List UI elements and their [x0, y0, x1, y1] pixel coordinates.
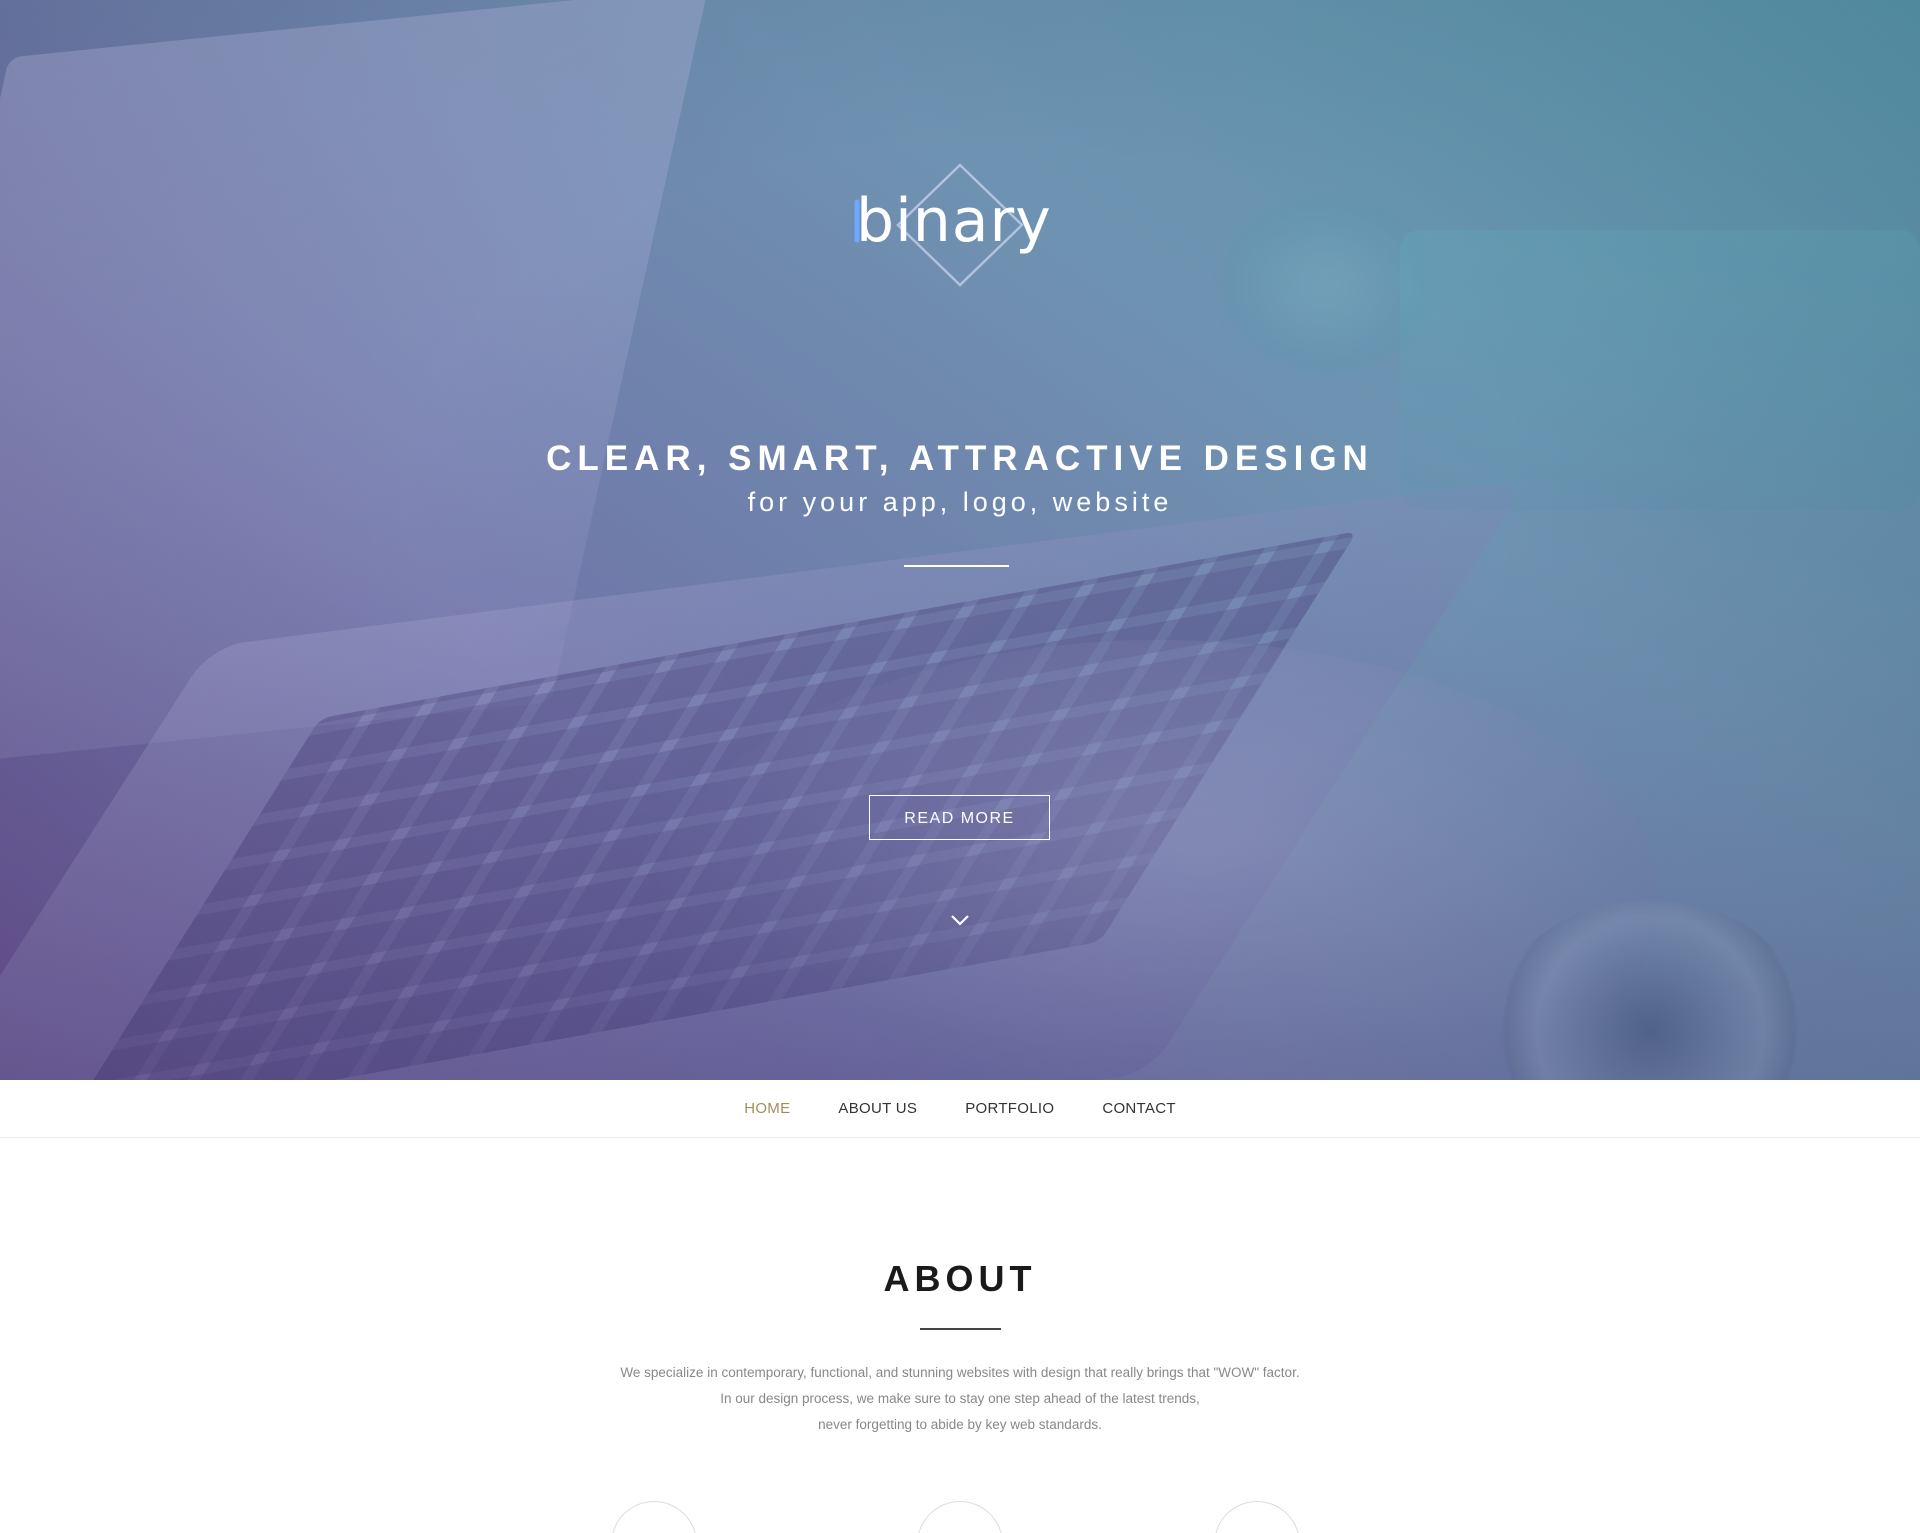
logo-text: binary [856, 186, 1052, 256]
nav-item-home[interactable]: HOME [720, 1080, 814, 1138]
nav-item-about-us[interactable]: ABOUT US [814, 1080, 941, 1138]
main-nav: HOME ABOUT US PORTFOLIO CONTACT [0, 1080, 1920, 1138]
about-description: We specialize in contemporary, functiona… [0, 1360, 1920, 1438]
chevron-down-icon[interactable] [948, 910, 972, 930]
hero-subheadline: for your app, logo, website [747, 487, 1173, 517]
brand-logo[interactable]: binary [850, 160, 1070, 290]
about-line: never forgetting to abide by key web sta… [818, 1417, 1102, 1432]
about-line: We specialize in contemporary, functiona… [620, 1365, 1300, 1380]
hero-divider [904, 565, 1009, 567]
feature-circle-icon [917, 1501, 1003, 1533]
feature-circle-icon [1214, 1501, 1300, 1533]
page: binary CLEAR, SMART, ATTRACTIVE DESIGN f… [0, 0, 1920, 1533]
about-line: In our design process, we make sure to s… [720, 1391, 1200, 1406]
hero-section: binary CLEAR, SMART, ATTRACTIVE DESIGN f… [0, 0, 1920, 1080]
about-divider [920, 1328, 1001, 1330]
hero-headline: CLEAR, SMART, ATTRACTIVE DESIGN [546, 439, 1374, 478]
about-title: ABOUT [883, 1258, 1037, 1299]
nav-items: HOME ABOUT US PORTFOLIO CONTACT [0, 1080, 1920, 1138]
nav-item-portfolio[interactable]: PORTFOLIO [941, 1080, 1078, 1138]
feature-circle-icon [611, 1501, 697, 1533]
read-more-button[interactable]: READ MORE [869, 795, 1050, 840]
nav-item-contact[interactable]: CONTACT [1078, 1080, 1199, 1138]
